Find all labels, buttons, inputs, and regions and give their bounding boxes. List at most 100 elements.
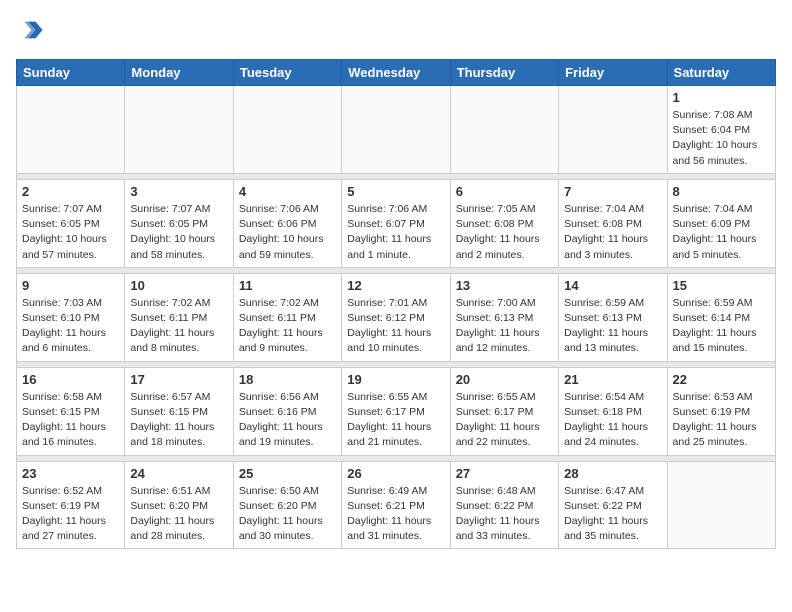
calendar-cell: 14 Sunrise: 6:59 AM Sunset: 6:13 PM Dayli… (559, 273, 667, 361)
calendar-cell: 20 Sunrise: 6:55 AM Sunset: 6:17 PM Dayli… (450, 367, 558, 455)
day-number: 3 (130, 184, 227, 199)
day-number: 5 (347, 184, 444, 199)
day-info: Sunrise: 6:58 AM Sunset: 6:15 PM Dayligh… (22, 390, 119, 451)
day-number: 8 (673, 184, 770, 199)
calendar-cell (233, 86, 341, 174)
day-info: Sunrise: 6:54 AM Sunset: 6:18 PM Dayligh… (564, 390, 661, 451)
calendar-cell: 9 Sunrise: 7:03 AM Sunset: 6:10 PM Daylig… (17, 273, 125, 361)
day-info: Sunrise: 6:57 AM Sunset: 6:15 PM Dayligh… (130, 390, 227, 451)
calendar-cell: 1Sunrise: 7:08 AM Sunset: 6:04 PM Daylig… (667, 86, 775, 174)
day-number: 6 (456, 184, 553, 199)
day-info: Sunrise: 6:51 AM Sunset: 6:20 PM Dayligh… (130, 484, 227, 545)
day-info: Sunrise: 6:49 AM Sunset: 6:21 PM Dayligh… (347, 484, 444, 545)
weekday-header-row: SundayMondayTuesdayWednesdayThursdayFrid… (17, 60, 776, 86)
day-info: Sunrise: 7:02 AM Sunset: 6:11 PM Dayligh… (239, 296, 336, 357)
day-number: 13 (456, 278, 553, 293)
calendar-cell: 26 Sunrise: 6:49 AM Sunset: 6:21 PM Dayli… (342, 461, 450, 549)
calendar-week-row: 16 Sunrise: 6:58 AM Sunset: 6:15 PM Dayli… (17, 367, 776, 455)
day-info: Sunrise: 6:59 AM Sunset: 6:13 PM Dayligh… (564, 296, 661, 357)
day-number: 19 (347, 372, 444, 387)
calendar-cell: 11 Sunrise: 7:02 AM Sunset: 6:11 PM Dayli… (233, 273, 341, 361)
weekday-header-wednesday: Wednesday (342, 60, 450, 86)
calendar-cell (667, 461, 775, 549)
calendar-cell: 25 Sunrise: 6:50 AM Sunset: 6:20 PM Dayli… (233, 461, 341, 549)
day-number: 24 (130, 466, 227, 481)
day-info: Sunrise: 7:05 AM Sunset: 6:08 PM Dayligh… (456, 202, 553, 263)
day-info: Sunrise: 6:50 AM Sunset: 6:20 PM Dayligh… (239, 484, 336, 545)
day-number: 7 (564, 184, 661, 199)
calendar-cell: 21 Sunrise: 6:54 AM Sunset: 6:18 PM Dayli… (559, 367, 667, 455)
calendar-cell: 4Sunrise: 7:06 AM Sunset: 6:06 PM Daylig… (233, 179, 341, 267)
day-info: Sunrise: 7:06 AM Sunset: 6:07 PM Dayligh… (347, 202, 444, 263)
calendar-cell: 13 Sunrise: 7:00 AM Sunset: 6:13 PM Dayli… (450, 273, 558, 361)
weekday-header-friday: Friday (559, 60, 667, 86)
day-info: Sunrise: 6:48 AM Sunset: 6:22 PM Dayligh… (456, 484, 553, 545)
weekday-header-monday: Monday (125, 60, 233, 86)
day-info: Sunrise: 7:03 AM Sunset: 6:10 PM Dayligh… (22, 296, 119, 357)
weekday-header-sunday: Sunday (17, 60, 125, 86)
day-number: 14 (564, 278, 661, 293)
day-number: 25 (239, 466, 336, 481)
logo-icon (16, 16, 44, 44)
day-info: Sunrise: 7:04 AM Sunset: 6:08 PM Dayligh… (564, 202, 661, 263)
day-info: Sunrise: 7:00 AM Sunset: 6:13 PM Dayligh… (456, 296, 553, 357)
calendar-cell (559, 86, 667, 174)
day-number: 20 (456, 372, 553, 387)
day-info: Sunrise: 6:53 AM Sunset: 6:19 PM Dayligh… (673, 390, 770, 451)
page-header (16, 16, 776, 51)
calendar-cell: 16 Sunrise: 6:58 AM Sunset: 6:15 PM Dayli… (17, 367, 125, 455)
weekday-header-saturday: Saturday (667, 60, 775, 86)
calendar-cell: 6 Sunrise: 7:05 AM Sunset: 6:08 PM Daylig… (450, 179, 558, 267)
day-info: Sunrise: 6:56 AM Sunset: 6:16 PM Dayligh… (239, 390, 336, 451)
weekday-header-thursday: Thursday (450, 60, 558, 86)
calendar-cell: 24 Sunrise: 6:51 AM Sunset: 6:20 PM Dayli… (125, 461, 233, 549)
day-info: Sunrise: 7:02 AM Sunset: 6:11 PM Dayligh… (130, 296, 227, 357)
calendar-cell: 15 Sunrise: 6:59 AM Sunset: 6:14 PM Dayli… (667, 273, 775, 361)
calendar-week-row: 2 Sunrise: 7:07 AM Sunset: 6:05 PM Daylig… (17, 179, 776, 267)
day-info: Sunrise: 7:04 AM Sunset: 6:09 PM Dayligh… (673, 202, 770, 263)
calendar-week-row: 9 Sunrise: 7:03 AM Sunset: 6:10 PM Daylig… (17, 273, 776, 361)
logo (16, 16, 44, 51)
calendar-cell: 5 Sunrise: 7:06 AM Sunset: 6:07 PM Daylig… (342, 179, 450, 267)
day-number: 22 (673, 372, 770, 387)
day-number: 18 (239, 372, 336, 387)
day-info: Sunrise: 6:55 AM Sunset: 6:17 PM Dayligh… (456, 390, 553, 451)
calendar-cell: 8 Sunrise: 7:04 AM Sunset: 6:09 PM Daylig… (667, 179, 775, 267)
day-info: Sunrise: 6:47 AM Sunset: 6:22 PM Dayligh… (564, 484, 661, 545)
day-number: 9 (22, 278, 119, 293)
day-info: Sunrise: 7:07 AM Sunset: 6:05 PM Dayligh… (22, 202, 119, 263)
calendar-cell: 27 Sunrise: 6:48 AM Sunset: 6:22 PM Dayli… (450, 461, 558, 549)
day-info: Sunrise: 7:08 AM Sunset: 6:04 PM Dayligh… (673, 108, 770, 169)
day-number: 17 (130, 372, 227, 387)
calendar-cell: 18 Sunrise: 6:56 AM Sunset: 6:16 PM Dayli… (233, 367, 341, 455)
calendar-cell: 10Sunrise: 7:02 AM Sunset: 6:11 PM Dayli… (125, 273, 233, 361)
calendar-cell: 12 Sunrise: 7:01 AM Sunset: 6:12 PM Dayli… (342, 273, 450, 361)
calendar-cell: 23Sunrise: 6:52 AM Sunset: 6:19 PM Dayli… (17, 461, 125, 549)
day-number: 11 (239, 278, 336, 293)
day-number: 23 (22, 466, 119, 481)
day-number: 2 (22, 184, 119, 199)
weekday-header-tuesday: Tuesday (233, 60, 341, 86)
day-number: 28 (564, 466, 661, 481)
day-number: 12 (347, 278, 444, 293)
calendar-table: SundayMondayTuesdayWednesdayThursdayFrid… (16, 59, 776, 549)
calendar-cell: 19 Sunrise: 6:55 AM Sunset: 6:17 PM Dayli… (342, 367, 450, 455)
day-info: Sunrise: 6:55 AM Sunset: 6:17 PM Dayligh… (347, 390, 444, 451)
day-number: 15 (673, 278, 770, 293)
day-info: Sunrise: 6:59 AM Sunset: 6:14 PM Dayligh… (673, 296, 770, 357)
calendar-cell (450, 86, 558, 174)
calendar-cell: 17 Sunrise: 6:57 AM Sunset: 6:15 PM Dayli… (125, 367, 233, 455)
day-number: 16 (22, 372, 119, 387)
day-number: 27 (456, 466, 553, 481)
calendar-cell (125, 86, 233, 174)
day-info: Sunrise: 7:01 AM Sunset: 6:12 PM Dayligh… (347, 296, 444, 357)
calendar-cell: 7 Sunrise: 7:04 AM Sunset: 6:08 PM Daylig… (559, 179, 667, 267)
day-info: Sunrise: 7:07 AM Sunset: 6:05 PM Dayligh… (130, 202, 227, 263)
calendar-cell: 22 Sunrise: 6:53 AM Sunset: 6:19 PM Dayli… (667, 367, 775, 455)
day-number: 26 (347, 466, 444, 481)
calendar-week-row: 23Sunrise: 6:52 AM Sunset: 6:19 PM Dayli… (17, 461, 776, 549)
day-number: 4 (239, 184, 336, 199)
day-number: 21 (564, 372, 661, 387)
calendar-cell: 3 Sunrise: 7:07 AM Sunset: 6:05 PM Daylig… (125, 179, 233, 267)
calendar-cell: 28 Sunrise: 6:47 AM Sunset: 6:22 PM Dayli… (559, 461, 667, 549)
